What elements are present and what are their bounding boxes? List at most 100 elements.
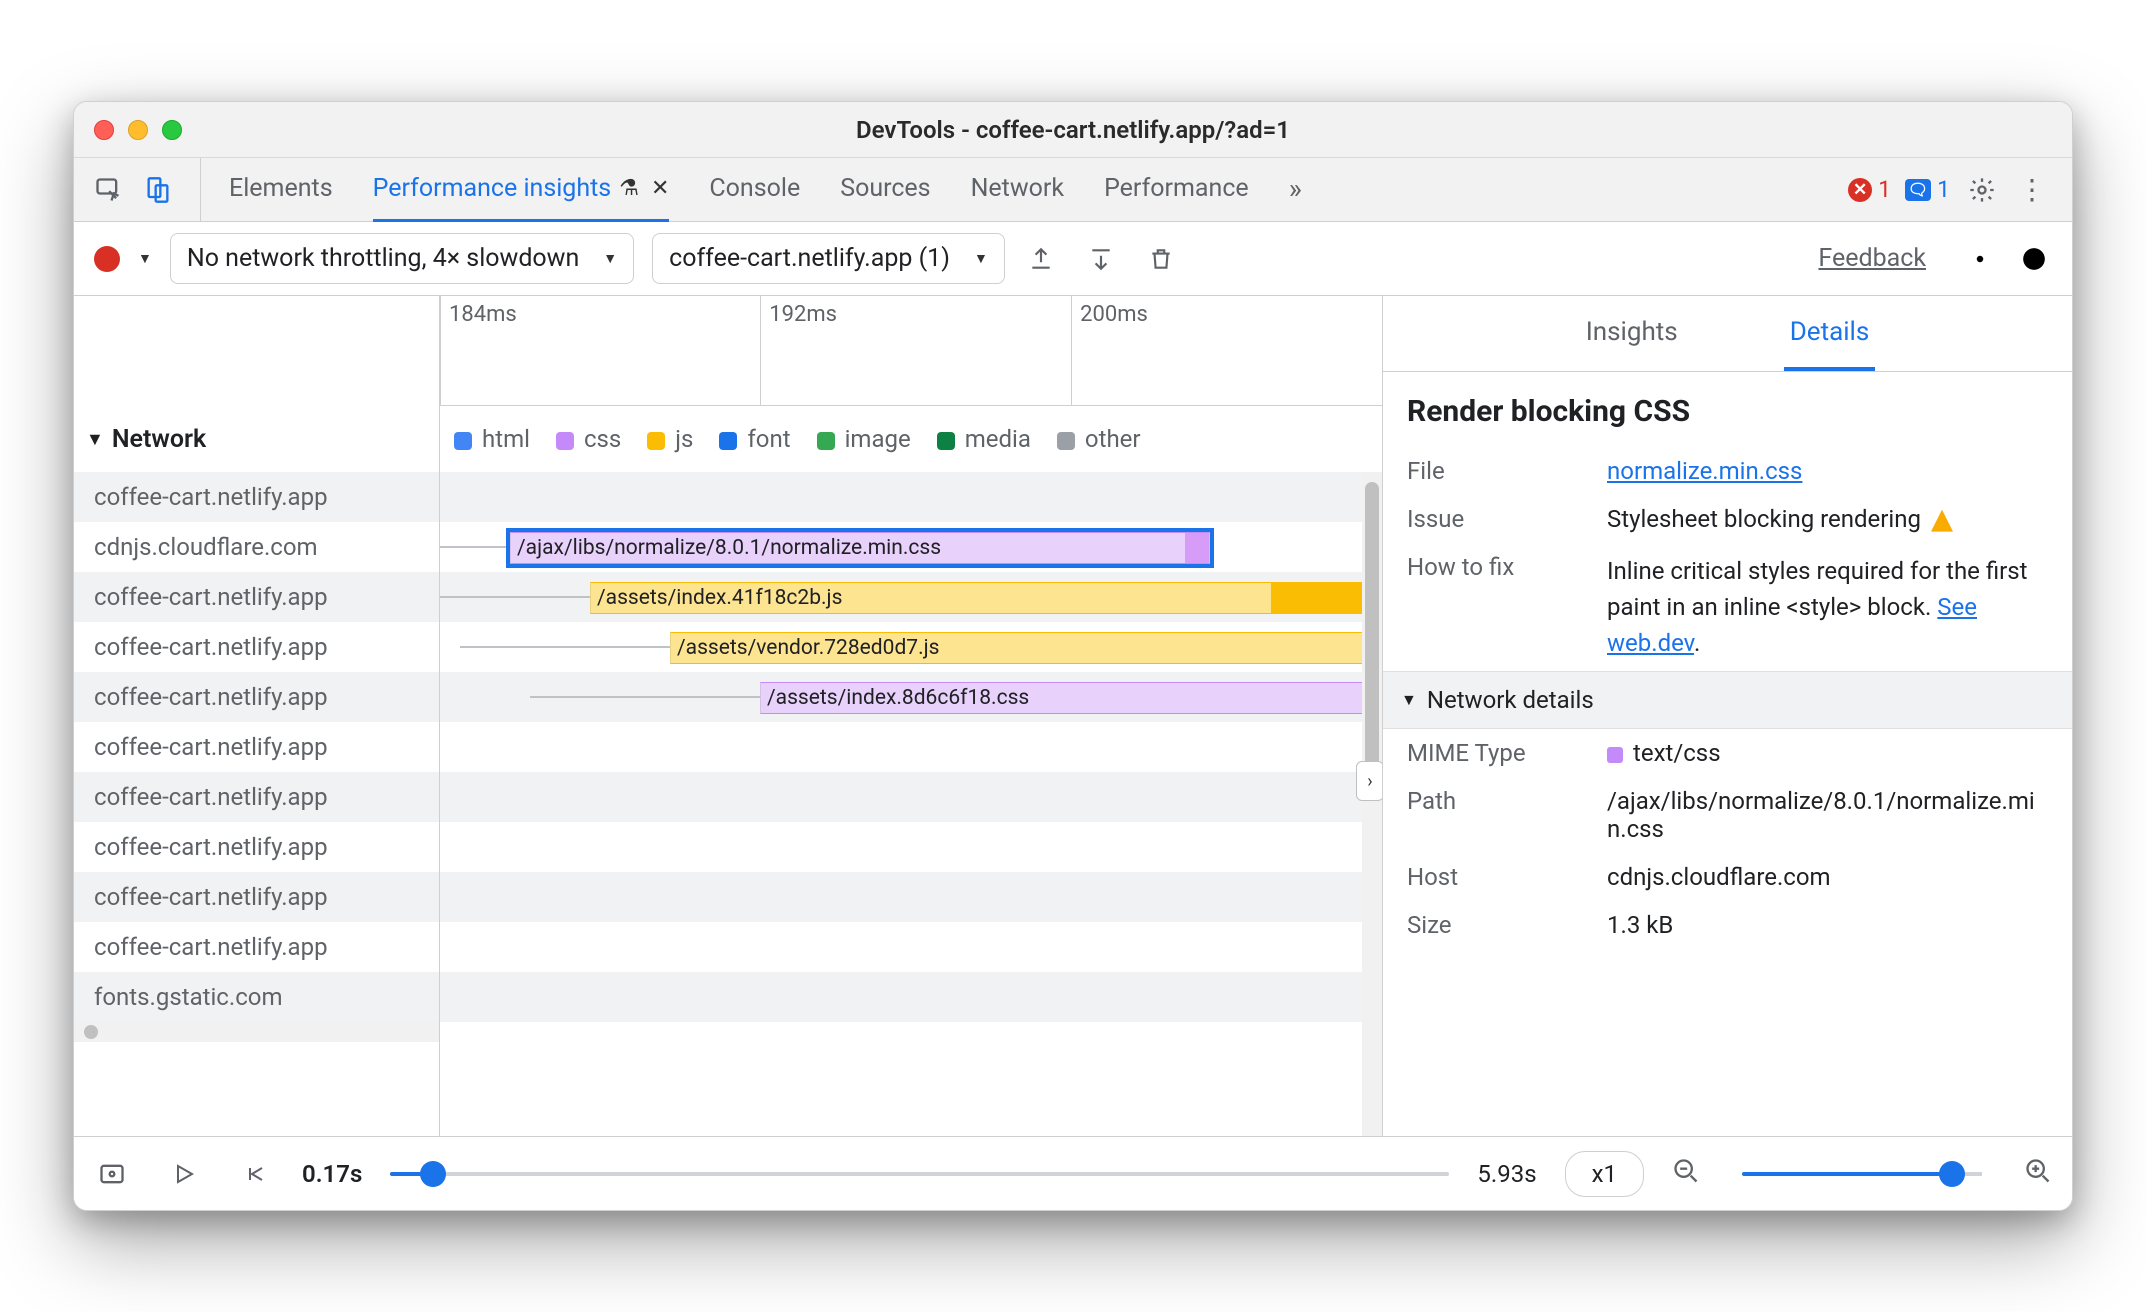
play-icon[interactable] — [166, 1156, 202, 1192]
left-pane: 184ms 192ms 200ms ▼ Network coffee-cart.… — [74, 296, 1382, 1136]
request-row[interactable]: coffee-cart.netlify.app — [74, 472, 439, 522]
close-tab-icon[interactable]: ✕ — [651, 176, 669, 201]
close-window-button[interactable] — [94, 120, 114, 140]
legend-item[interactable]: media — [937, 425, 1031, 453]
export-icon[interactable] — [1023, 241, 1059, 277]
file-link[interactable]: normalize.min.css — [1607, 457, 1802, 485]
tab-performance[interactable]: Performance — [1104, 158, 1249, 222]
disclosure-triangle-icon: ▼ — [86, 429, 104, 450]
tab-insights[interactable]: Insights — [1580, 296, 1684, 371]
legend-item[interactable]: font — [719, 425, 790, 453]
page-value: coffee-cart.netlify.app (1) — [669, 244, 950, 273]
swatch-font-icon — [719, 432, 737, 450]
css-color-swatch-icon — [1607, 747, 1623, 763]
legend-item[interactable]: other — [1057, 425, 1141, 453]
tab-label: Performance — [1104, 174, 1249, 203]
error-badge[interactable]: ✕ 1 — [1848, 176, 1891, 203]
ruler-tick: 192ms — [760, 296, 845, 405]
bar-row: /ajax/libs/normalize/8.0.1/normalize.min… — [440, 522, 1382, 572]
request-row[interactable]: fonts.gstatic.com — [74, 972, 439, 1022]
request-row[interactable]: coffee-cart.netlify.app — [74, 822, 439, 872]
kebab-menu-icon[interactable]: ⋮ — [2014, 172, 2050, 208]
device-toggle-icon[interactable] — [140, 172, 176, 208]
timeline-ruler[interactable]: 184ms 192ms 200ms — [74, 296, 1382, 406]
issues-badge[interactable]: 🗨 1 — [1905, 176, 1950, 203]
bar-row — [440, 822, 1382, 872]
request-row[interactable]: coffee-cart.netlify.app — [74, 872, 439, 922]
timeline-end: 5.93s — [1477, 1160, 1536, 1188]
expand-details-button[interactable]: › — [1356, 761, 1382, 801]
vertical-scrollbar[interactable] — [1362, 472, 1382, 1136]
zoom-slider[interactable] — [1742, 1172, 1982, 1176]
import-icon[interactable] — [1083, 241, 1119, 277]
screenshots-toggle-icon[interactable] — [94, 1156, 130, 1192]
request-row[interactable]: coffee-cart.netlify.app — [74, 722, 439, 772]
minimize-window-button[interactable] — [128, 120, 148, 140]
feedback-link[interactable]: Feedback — [1818, 244, 1926, 273]
zoom-window-button[interactable] — [162, 120, 182, 140]
request-row[interactable]: coffee-cart.netlify.app — [74, 922, 439, 972]
tab-elements[interactable]: Elements — [229, 158, 333, 222]
network-details-header[interactable]: ▼ Network details — [1383, 671, 2072, 729]
waterfall-bar-index-js[interactable]: /assets/index.41f18c2b.js — [590, 582, 1382, 614]
request-row[interactable]: coffee-cart.netlify.app — [74, 572, 439, 622]
zoom-handle[interactable] — [1939, 1161, 1965, 1187]
tab-overflow[interactable]: » — [1289, 158, 1302, 222]
request-row[interactable]: coffee-cart.netlify.app — [74, 672, 439, 722]
panel-settings-icon[interactable] — [1962, 241, 1998, 277]
bar-row: /assets/index.41f18c2b.js — [440, 572, 1382, 622]
titlebar: DevTools - coffee-cart.netlify.app/?ad=1 — [74, 102, 2072, 158]
record-button[interactable] — [94, 246, 120, 272]
delete-icon[interactable] — [1143, 241, 1179, 277]
bar-row — [440, 722, 1382, 772]
waterfall-bar-index-css[interactable]: /assets/index.8d6c6f18.css — [760, 682, 1382, 714]
legend-item[interactable]: js — [647, 425, 693, 453]
legend-item[interactable]: html — [454, 425, 530, 453]
waterfall-bar-vendor-js[interactable]: /assets/vendor.728ed0d7.js — [670, 632, 1382, 664]
chevron-down-icon: ▼ — [974, 250, 988, 267]
page-select[interactable]: coffee-cart.netlify.app (1) ▼ — [652, 233, 1005, 284]
network-label: Network — [112, 425, 206, 454]
zoom-out-icon[interactable] — [1672, 1157, 1700, 1191]
kv-mime: MIME Type text/css — [1383, 729, 2072, 777]
legend-item[interactable]: image — [817, 425, 911, 453]
detail-tabs: Insights Details — [1383, 296, 2072, 372]
kv-path: Path /ajax/libs/normalize/8.0.1/normaliz… — [1383, 777, 2072, 853]
record-dropdown[interactable]: ▼ — [138, 250, 152, 267]
bar-row — [440, 772, 1382, 822]
swatch-html-icon — [454, 432, 472, 450]
disclosure-triangle-icon: ▼ — [1401, 690, 1417, 710]
horizontal-scrollbar[interactable] — [74, 1022, 439, 1042]
settings-icon[interactable] — [1964, 172, 2000, 208]
network-header[interactable]: ▼ Network — [74, 406, 439, 472]
skip-to-start-icon[interactable] — [238, 1156, 274, 1192]
chevron-down-icon: ▼ — [603, 250, 617, 267]
request-row[interactable]: cdnjs.cloudflare.com — [74, 522, 439, 572]
tab-console[interactable]: Console — [709, 158, 800, 222]
tab-sources[interactable]: Sources — [840, 158, 930, 222]
tab-network[interactable]: Network — [971, 158, 1064, 222]
swatch-media-icon — [937, 432, 955, 450]
message-icon: 🗨 — [1905, 179, 1931, 201]
request-row[interactable]: coffee-cart.netlify.app — [74, 622, 439, 672]
tab-details[interactable]: Details — [1784, 296, 1876, 371]
timeline-start: 0.17s — [302, 1160, 362, 1188]
legend-item[interactable]: css — [556, 425, 621, 453]
tab-performance-insights[interactable]: Performance insights ⚗ ✕ — [373, 158, 670, 222]
network-area: ▼ Network coffee-cart.netlify.app cdnjs.… — [74, 406, 1382, 1136]
playback-speed[interactable]: x1 — [1565, 1151, 1644, 1197]
waterfall-bar-normalize-css[interactable]: /ajax/libs/normalize/8.0.1/normalize.min… — [510, 532, 1210, 564]
experiment-icon: ⚗ — [619, 176, 639, 201]
slider-handle[interactable] — [420, 1161, 446, 1187]
request-row[interactable]: coffee-cart.netlify.app — [74, 772, 439, 822]
timeline-slider[interactable] — [390, 1172, 1449, 1176]
tab-label: Sources — [840, 174, 930, 203]
zoom-in-icon[interactable] — [2024, 1157, 2052, 1191]
waterfall-tracks[interactable]: /ajax/libs/normalize/8.0.1/normalize.min… — [440, 472, 1382, 1022]
tab-label: Network — [971, 174, 1064, 203]
inspect-element-icon[interactable] — [90, 172, 126, 208]
tabs-row: Elements Performance insights ⚗ ✕ Consol… — [74, 158, 2072, 222]
bar-row — [440, 972, 1382, 1022]
help-icon[interactable] — [2016, 241, 2052, 277]
throttle-select[interactable]: No network throttling, 4× slowdown ▼ — [170, 233, 634, 284]
